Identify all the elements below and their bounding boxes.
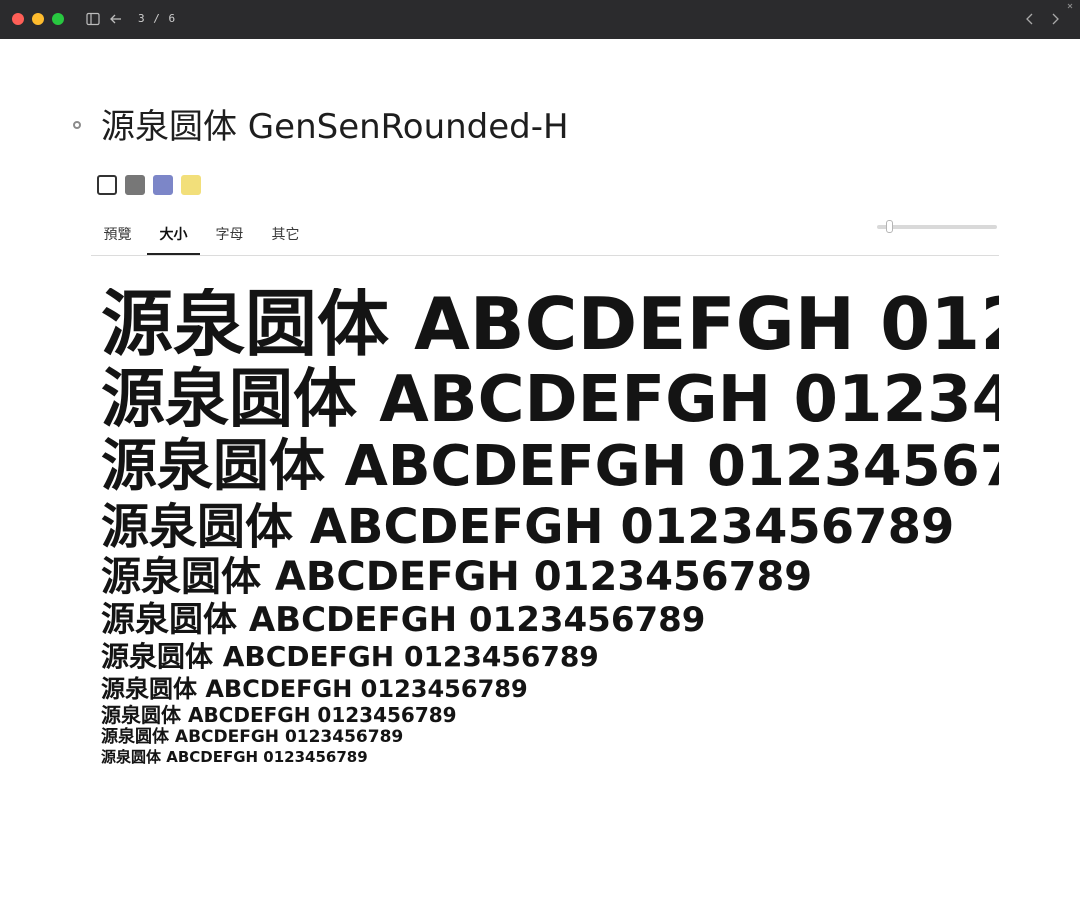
minimize-window-button[interactable] bbox=[32, 13, 44, 25]
sample-line-5: 源泉圆体 ABCDEFGH 0123456789 bbox=[101, 554, 813, 600]
tab-preview[interactable]: 預覽 bbox=[91, 214, 144, 255]
swatch-white[interactable] bbox=[97, 175, 117, 195]
size-slider-thumb[interactable] bbox=[886, 220, 894, 233]
sample-line-2: 源泉圆体 ABCDEFGH 0123456789 bbox=[101, 363, 999, 437]
sample-line-8: 源泉圆体 ABCDEFGH 0123456789 bbox=[101, 675, 528, 703]
font-title: 源泉圆体 GenSenRounded-H bbox=[101, 107, 569, 147]
sample-line-1: 源泉圆体 ABCDEFGH 0123456789 bbox=[101, 288, 999, 366]
swatch-periwinkle[interactable] bbox=[153, 175, 173, 195]
sample-line-3: 源泉圆体 ABCDEFGH 0123456789 bbox=[101, 434, 999, 499]
size-preview-area: 源泉圆体 ABCDEFGH 0123456789 源泉圆体 ABCDEFGH 0… bbox=[101, 288, 999, 828]
zoom-window-button[interactable] bbox=[52, 13, 64, 25]
title-bar: 3 / 6 bbox=[0, 0, 1080, 39]
sample-line-4: 源泉圆体 ABCDEFGH 0123456789 bbox=[101, 499, 955, 555]
title-bullet-icon bbox=[73, 121, 81, 129]
app-window: 3 / 6 源泉圆体 GenSenRounded-H 預覽 大小 字母 其它 源… bbox=[0, 0, 1080, 900]
size-slider-track[interactable] bbox=[877, 225, 997, 229]
page-counter: 3 / 6 bbox=[138, 12, 177, 25]
sidebar-toggle-icon[interactable] bbox=[86, 12, 100, 26]
tab-size[interactable]: 大小 bbox=[147, 214, 200, 255]
back-arrow-icon[interactable] bbox=[109, 12, 123, 26]
sample-line-6: 源泉圆体 ABCDEFGH 0123456789 bbox=[101, 600, 706, 640]
close-window-button[interactable] bbox=[12, 13, 24, 25]
tab-other[interactable]: 其它 bbox=[259, 214, 312, 255]
small-close-icon[interactable] bbox=[1067, 3, 1073, 9]
sample-line-9: 源泉圆体 ABCDEFGH 0123456789 bbox=[101, 703, 457, 727]
chevron-right-icon[interactable] bbox=[1048, 12, 1062, 26]
sample-line-7: 源泉圆体 ABCDEFGH 0123456789 bbox=[101, 640, 599, 673]
tab-bar: 預覽 大小 字母 其它 bbox=[91, 214, 999, 256]
chevron-left-icon[interactable] bbox=[1023, 12, 1037, 26]
sample-line-11: 源泉圆体 ABCDEFGH 0123456789 bbox=[101, 748, 368, 766]
swatch-yellow[interactable] bbox=[181, 175, 201, 195]
sample-line-10: 源泉圆体 ABCDEFGH 0123456789 bbox=[101, 727, 404, 747]
tab-alphabet[interactable]: 字母 bbox=[203, 214, 256, 255]
swatch-gray[interactable] bbox=[125, 175, 145, 195]
